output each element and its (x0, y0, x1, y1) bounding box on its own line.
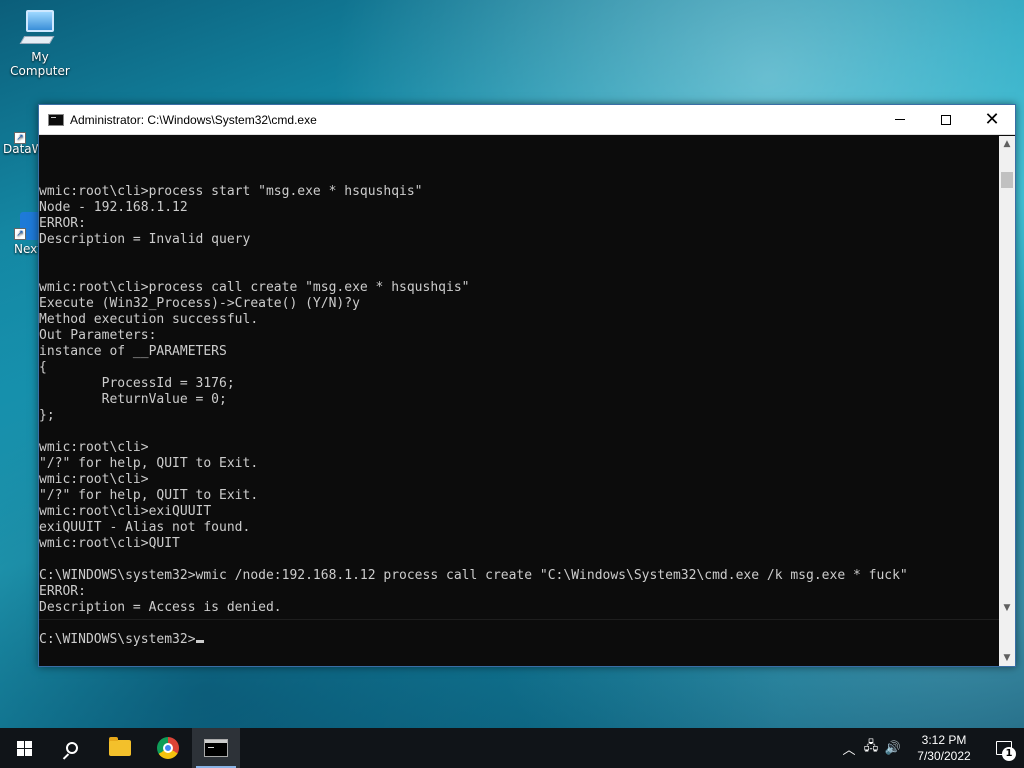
console-line: "/?" for help, QUIT to Exit. (39, 456, 259, 471)
desktop-icon-next[interactable]: ↗ Next (0, 212, 40, 256)
desktop-icon-label: My Computer (10, 50, 70, 78)
console-prompt: C:\WINDOWS\system32> (39, 632, 196, 647)
console-line: wmic:root\cli>process call create "msg.e… (39, 280, 470, 295)
minimize-icon (895, 119, 905, 120)
window-title: Administrator: C:\Windows\System32\cmd.e… (70, 112, 317, 127)
search-button[interactable] (48, 728, 96, 768)
close-icon: ✕ (984, 109, 1000, 130)
clock[interactable]: 3:12 PM 7/30/2022 (904, 732, 984, 764)
network-icon[interactable]: 🖧 (860, 737, 882, 759)
console-line: Description = Invalid query (39, 232, 251, 247)
desktop-icon-my-computer[interactable]: My Computer (0, 8, 80, 78)
search-icon (66, 742, 78, 754)
vertical-scrollbar[interactable]: ▲ ▼ ▼ (999, 136, 1015, 666)
window-titlebar[interactable]: Administrator: C:\Windows\System32\cmd.e… (39, 105, 1015, 135)
console-line: wmic:root\cli>process start "msg.exe * h… (39, 184, 423, 199)
console-prompt-line[interactable]: C:\WINDOWS\system32> (39, 632, 999, 648)
minimize-button[interactable] (877, 105, 923, 135)
scroll-down-arrow-icon[interactable]: ▼ (999, 650, 1015, 666)
console-divider (39, 619, 999, 620)
scroll-down-arrow-icon[interactable]: ▼ (999, 600, 1015, 616)
console-line: exiQUUIT - Alias not found. (39, 520, 251, 535)
shortcut-icon: ↗ (14, 212, 40, 242)
console-line: ReturnValue = 0; (39, 392, 227, 407)
taskbar: ︿ 🖧 🔊 3:12 PM 7/30/2022 1 (0, 728, 1024, 768)
chrome-icon (157, 737, 179, 759)
console-line: { (39, 360, 47, 375)
cmd-window[interactable]: Administrator: C:\Windows\System32\cmd.e… (38, 104, 1016, 667)
console-line: ProcessId = 3176; (39, 376, 235, 391)
volume-icon[interactable]: 🔊 (882, 741, 904, 756)
desktop-icon-label: DataW (3, 142, 40, 156)
close-button[interactable]: ✕ (969, 105, 1015, 135)
start-button[interactable] (0, 728, 48, 768)
console-line: wmic:root\cli>exiQUUIT (39, 504, 212, 519)
console-line: }; (39, 408, 55, 423)
text-cursor (195, 640, 204, 643)
taskbar-file-explorer[interactable] (96, 728, 144, 768)
console-line: Execute (Win32_Process)->Create() (Y/N)?… (39, 296, 360, 311)
clock-date: 7/30/2022 (917, 749, 971, 763)
console-line: ERROR: (39, 584, 86, 599)
chevron-up-icon[interactable]: ︿ (838, 739, 860, 758)
action-center-button[interactable]: 1 (984, 728, 1024, 768)
console-line: C:\WINDOWS\system32>wmic /node:192.168.1… (39, 568, 908, 583)
console-output[interactable]: wmic:root\cli>process start "msg.exe * h… (39, 136, 999, 666)
desktop-icon-dataw[interactable]: ↗ DataW (0, 118, 40, 156)
taskbar-cmd[interactable] (192, 728, 240, 768)
shortcut-icon: ↗ (14, 118, 40, 144)
system-tray: ︿ 🖧 🔊 3:12 PM 7/30/2022 1 (838, 728, 1024, 768)
clock-time: 3:12 PM (921, 733, 967, 747)
console-line: Method execution successful. (39, 312, 259, 327)
console-line: Out Parameters: (39, 328, 157, 343)
maximize-icon (941, 114, 951, 125)
console-line: Node - 192.168.1.12 (39, 200, 188, 215)
cmd-app-icon (48, 113, 64, 126)
taskbar-chrome[interactable] (144, 728, 192, 768)
console-line: instance of __PARAMETERS (39, 344, 227, 359)
windows-logo-icon (16, 740, 32, 756)
console-line: wmic:root\cli> (39, 440, 149, 455)
notification-badge: 1 (1002, 747, 1016, 761)
computer-icon (19, 8, 60, 48)
scrollbar-thumb[interactable] (1001, 172, 1013, 188)
maximize-button[interactable] (923, 105, 969, 135)
console-line: "/?" for help, QUIT to Exit. (39, 488, 259, 503)
cmd-icon (204, 739, 228, 757)
console-line: wmic:root\cli> (39, 472, 149, 487)
scroll-up-arrow-icon[interactable]: ▲ (999, 136, 1015, 152)
console-line: Description = Access is denied. (39, 600, 282, 615)
console-line: wmic:root\cli>QUIT (39, 536, 180, 551)
desktop-icon-label: Next (14, 242, 40, 256)
console-line: ERROR: (39, 216, 86, 231)
folder-icon (109, 737, 131, 756)
